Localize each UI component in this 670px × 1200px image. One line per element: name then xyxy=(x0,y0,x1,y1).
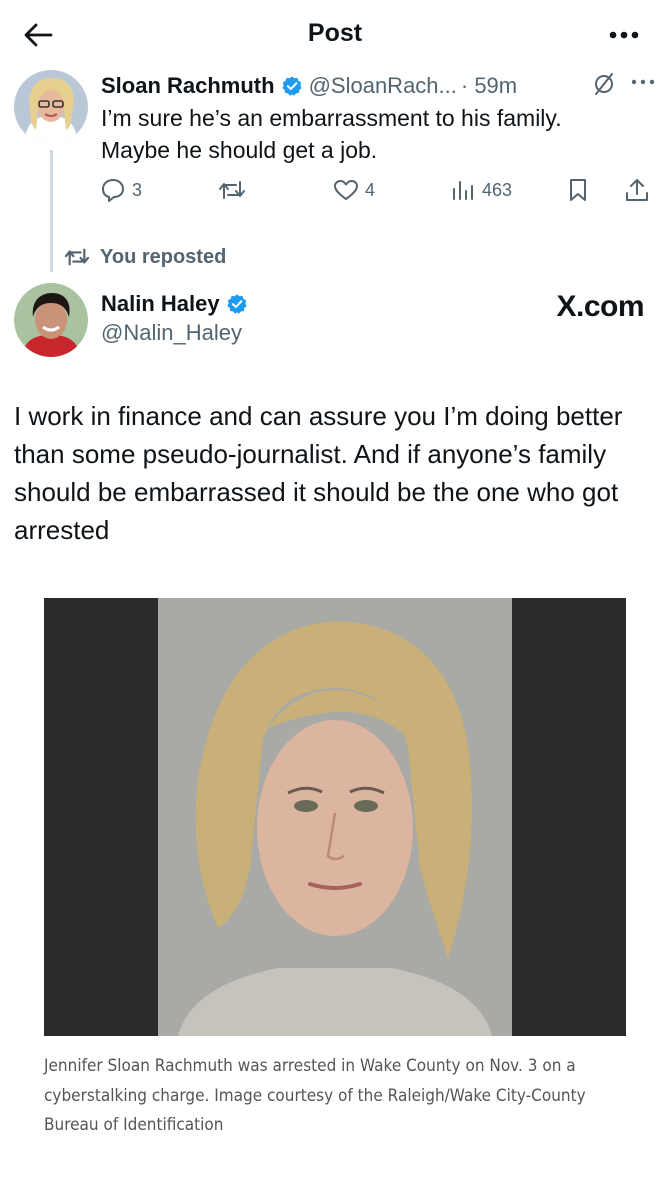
post-time: · 59m xyxy=(460,73,518,98)
x-watermark: X.com xyxy=(556,290,644,323)
reply-tweet-text: I’m sure he’s an embarrassment to his fa… xyxy=(101,102,661,166)
top-bar: Post xyxy=(0,0,670,70)
more-options-button[interactable] xyxy=(606,20,642,50)
more-horizontal-icon xyxy=(631,79,655,85)
verified-badge-icon xyxy=(226,293,248,315)
like-count: 4 xyxy=(365,179,376,200)
reply-icon xyxy=(102,179,124,202)
mugshot-image xyxy=(158,598,512,1036)
author-name[interactable]: Nalin Haley xyxy=(101,291,220,317)
repost-indicator: You reposted xyxy=(64,243,226,271)
main-tweet-header: Nalin Haley xyxy=(101,287,248,321)
caption-line: Bureau of Identification xyxy=(44,1115,224,1135)
page-title: Post xyxy=(307,19,363,47)
author-handle[interactable]: @Nalin_Haley xyxy=(101,320,242,346)
thread-connector-line xyxy=(50,150,53,272)
avatar[interactable] xyxy=(14,283,88,357)
photo-caption: Jennifer Sloan Rachmuth was arrested in … xyxy=(44,1052,629,1141)
edited-icon[interactable] xyxy=(592,70,616,98)
bookmark-button[interactable] xyxy=(566,174,596,206)
tweet-more-button[interactable] xyxy=(630,72,656,92)
tweet-action-bar: 3 4 463 xyxy=(100,174,660,206)
bookmark-icon xyxy=(570,179,586,201)
tweet-text-line: Maybe he should get a job. xyxy=(101,137,378,163)
caption-line: Jennifer Sloan Rachmuth was arrested in … xyxy=(44,1056,576,1076)
repost-icon xyxy=(219,181,245,199)
reply-button[interactable]: 3 xyxy=(100,174,142,206)
caption-line: cyberstalking charge. Image courtesy of … xyxy=(44,1085,586,1106)
attached-photo[interactable] xyxy=(44,598,626,1036)
reply-count: 3 xyxy=(132,179,143,200)
author-name[interactable]: Sloan Rachmuth xyxy=(101,73,275,99)
views-button[interactable]: 463 xyxy=(450,174,512,206)
repost-button[interactable] xyxy=(218,174,252,206)
view-count: 463 xyxy=(482,179,513,200)
share-icon xyxy=(626,179,648,201)
reply-tweet-header: Sloan Rachmuth @SloanRach... · 59m xyxy=(101,68,517,104)
repost-label: You reposted xyxy=(100,245,227,268)
main-tweet-text: I work in finance and can assure you I’m… xyxy=(14,401,623,545)
like-button[interactable]: 4 xyxy=(333,174,375,206)
analytics-icon xyxy=(453,181,473,200)
heart-icon xyxy=(334,180,358,200)
author-handle[interactable]: @SloanRach... xyxy=(309,73,457,99)
repost-icon xyxy=(64,248,90,266)
avatar[interactable] xyxy=(14,70,88,144)
verified-badge-icon xyxy=(281,75,303,97)
share-button[interactable] xyxy=(624,174,656,206)
tweet-text-line: I’m sure he’s an embarrassment to his fa… xyxy=(101,105,562,131)
more-horizontal-icon xyxy=(609,31,639,39)
